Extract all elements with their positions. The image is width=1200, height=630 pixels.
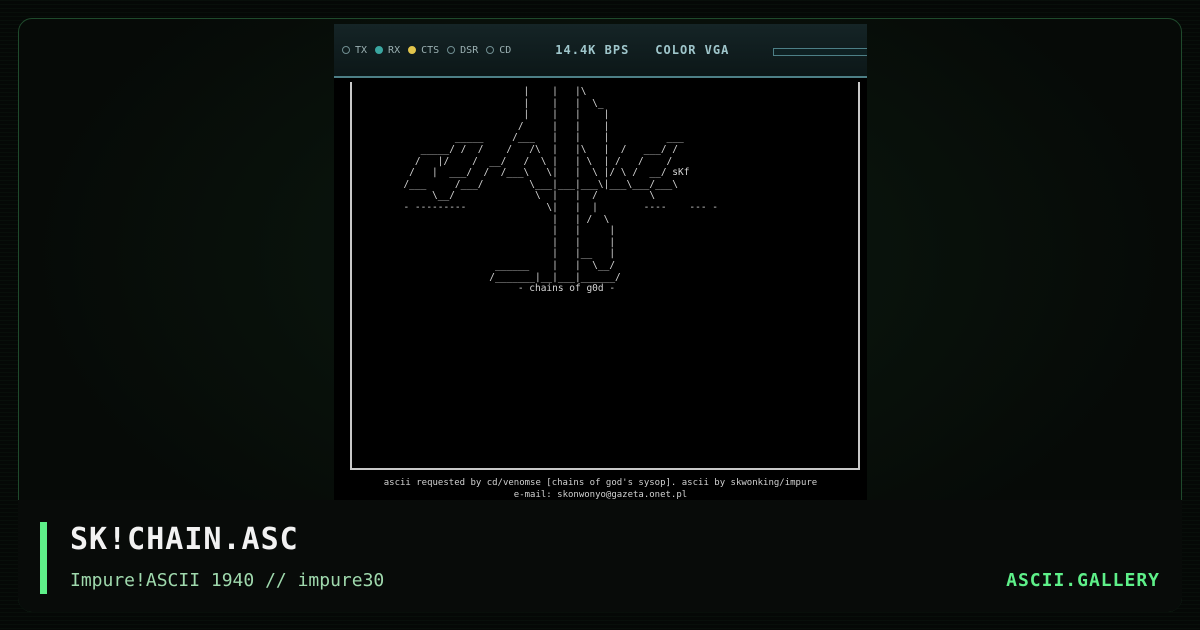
- ascii-art-border: | | |\ | | | \_ | | | | / | | | _____ /_…: [350, 82, 860, 470]
- indicator-label: CD: [499, 44, 512, 56]
- indicator-dsr: DSR: [447, 45, 478, 56]
- indicator-label: DSR: [460, 44, 479, 56]
- terminal-screenshot: TX RX CTS DSR CD 14.4K BPS COLOR VGA | |…: [334, 24, 867, 500]
- led-dsr-icon: [447, 46, 456, 54]
- artwork-title: SK!CHAIN.ASC: [70, 522, 299, 557]
- ascii-art: | | |\ | | | \_ | | | | / | | | _____ /_…: [403, 86, 719, 295]
- indicator-label: TX: [355, 44, 368, 56]
- led-rx-icon: [375, 46, 384, 54]
- caption-bar: SK!CHAIN.ASC Impure!ASCII 1940 // impure…: [18, 500, 1182, 612]
- signal-meter: [773, 48, 867, 56]
- site-brand[interactable]: ASCII.GALLERY: [1006, 570, 1160, 591]
- accent-bar: [40, 522, 47, 594]
- indicator-cts: CTS: [408, 45, 439, 56]
- led-cd-icon: [486, 46, 495, 54]
- display-mode: COLOR VGA: [655, 43, 730, 57]
- indicator-label: CTS: [421, 44, 440, 56]
- led-tx-icon: [342, 46, 350, 54]
- artwork-subtitle: Impure!ASCII 1940 // impure30: [70, 570, 385, 591]
- led-cts-icon: [408, 46, 417, 54]
- modem-status-bar: TX RX CTS DSR CD 14.4K BPS COLOR VGA: [334, 24, 867, 78]
- indicator-cd: CD: [486, 45, 511, 56]
- credit-line: ascii requested by cd/venomse [chains of…: [383, 478, 818, 488]
- indicator-tx: TX: [342, 45, 367, 56]
- connection-speed: 14.4K BPS: [555, 43, 630, 57]
- ascii-credits: ascii requested by cd/venomse [chains of…: [340, 477, 861, 501]
- indicator-label: RX: [388, 44, 401, 56]
- indicator-rx: RX: [375, 45, 400, 56]
